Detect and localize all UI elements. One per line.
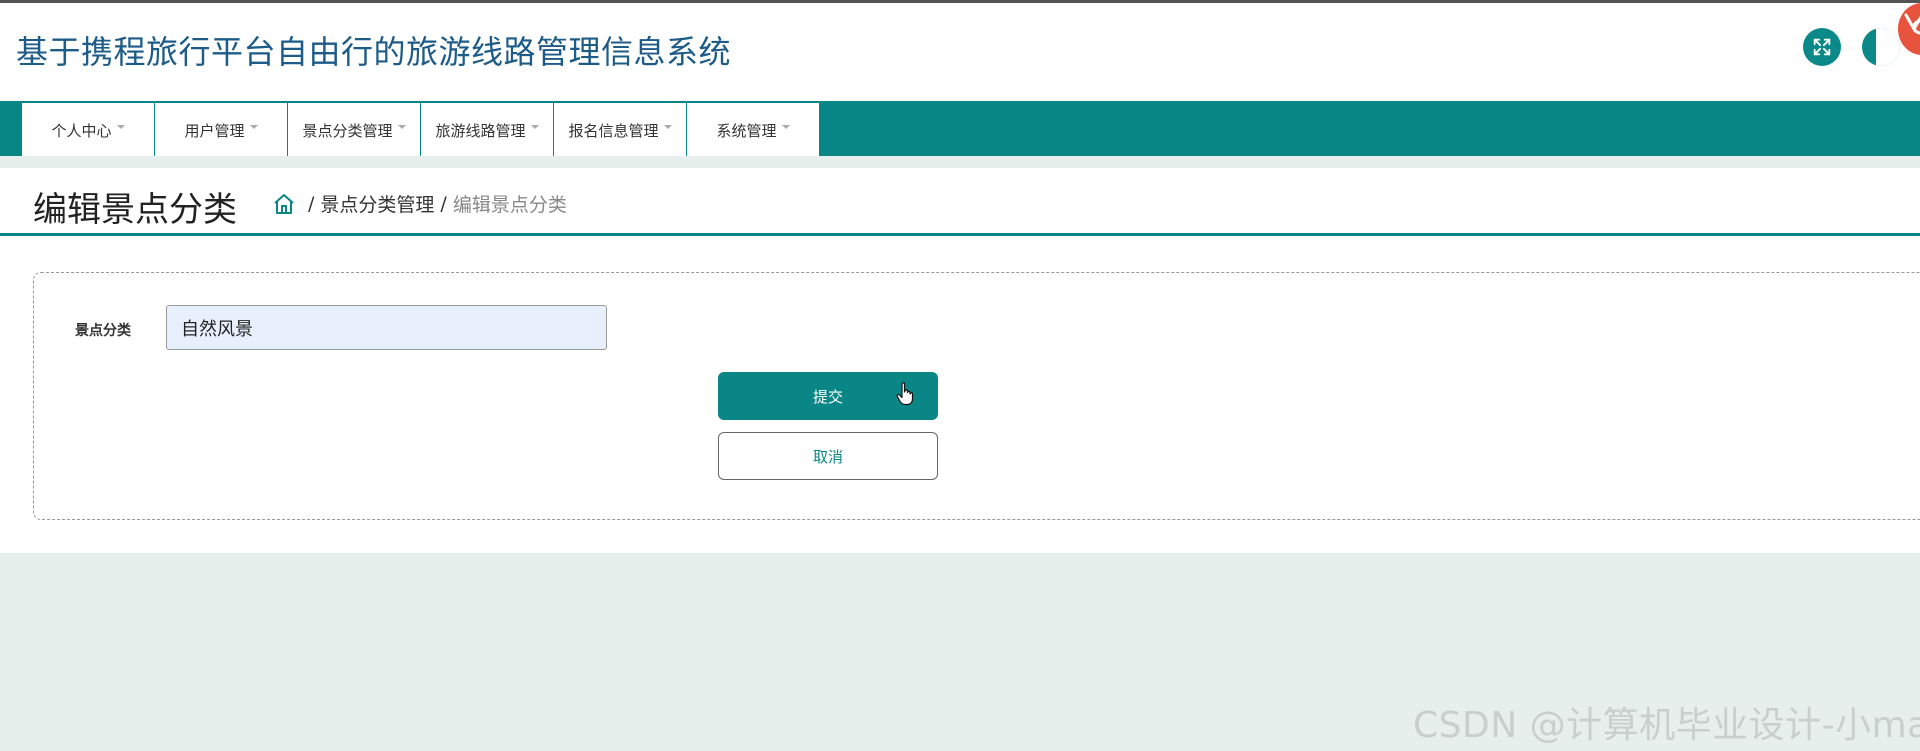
nav-item-system-management[interactable]: 系统管理 <box>687 103 820 157</box>
avatar[interactable] <box>1898 3 1920 55</box>
watermark: CSDN @计算机毕业设计-小ma <box>1413 705 1920 746</box>
nav-item-route-management[interactable]: 旅游线路管理 <box>421 103 554 157</box>
app-title: 基于携程旅行平台自由行的旅游线路管理信息系统 <box>16 33 732 71</box>
caret-down-icon <box>663 125 672 129</box>
nav-item-label: 报名信息管理 <box>568 121 659 140</box>
caret-down-icon <box>397 125 406 129</box>
caret-down-icon <box>116 125 125 129</box>
divider-band <box>0 156 1920 168</box>
breadcrumb-current: 编辑景点分类 <box>452 194 567 216</box>
hand-cursor-icon <box>896 382 914 406</box>
nav-item-scenic-category-management[interactable]: 景点分类管理 <box>288 103 421 157</box>
breadcrumb-parent[interactable]: 景点分类管理 <box>320 190 434 217</box>
page-header: 编辑景点分类 / 景点分类管理 / 编辑景点分类 <box>0 168 1920 236</box>
nav-item-signup-management[interactable]: 报名信息管理 <box>554 103 687 157</box>
home-icon[interactable] <box>272 192 296 216</box>
caret-down-icon <box>249 125 258 129</box>
fullscreen-button[interactable] <box>1803 28 1841 66</box>
nav-item-label: 系统管理 <box>716 121 777 140</box>
breadcrumb-separator: / <box>440 192 447 215</box>
breadcrumb-separator: / <box>308 192 315 215</box>
caret-down-icon <box>781 125 790 129</box>
caret-down-icon <box>530 125 539 129</box>
page-title: 编辑景点分类 <box>33 190 237 230</box>
nav-menu: 个人中心 用户管理 景点分类管理 旅游线路管理 报名信息管理 系统管理 <box>22 103 820 157</box>
nav-item-label: 旅游线路管理 <box>435 121 526 140</box>
category-field-label: 景点分类 <box>75 323 131 339</box>
header: 基于携程旅行平台自由行的旅游线路管理信息系统 <box>0 3 1920 101</box>
nav-item-personal-center[interactable]: 个人中心 <box>22 103 155 157</box>
navbar: 个人中心 用户管理 景点分类管理 旅游线路管理 报名信息管理 系统管理 <box>0 101 1920 157</box>
nav-item-label: 景点分类管理 <box>302 121 393 140</box>
circle-button-icon <box>1876 28 1900 66</box>
breadcrumb: / 景点分类管理 / 编辑景点分类 <box>272 190 567 217</box>
expand-icon <box>1813 38 1831 56</box>
avatar-icon <box>1904 13 1920 35</box>
cancel-button[interactable]: 取消 <box>718 432 938 480</box>
circle-button[interactable] <box>1862 28 1900 66</box>
category-input[interactable] <box>166 305 607 350</box>
nav-item-label: 用户管理 <box>184 121 245 140</box>
nav-item-user-management[interactable]: 用户管理 <box>155 103 288 157</box>
nav-item-label: 个人中心 <box>51 121 112 140</box>
